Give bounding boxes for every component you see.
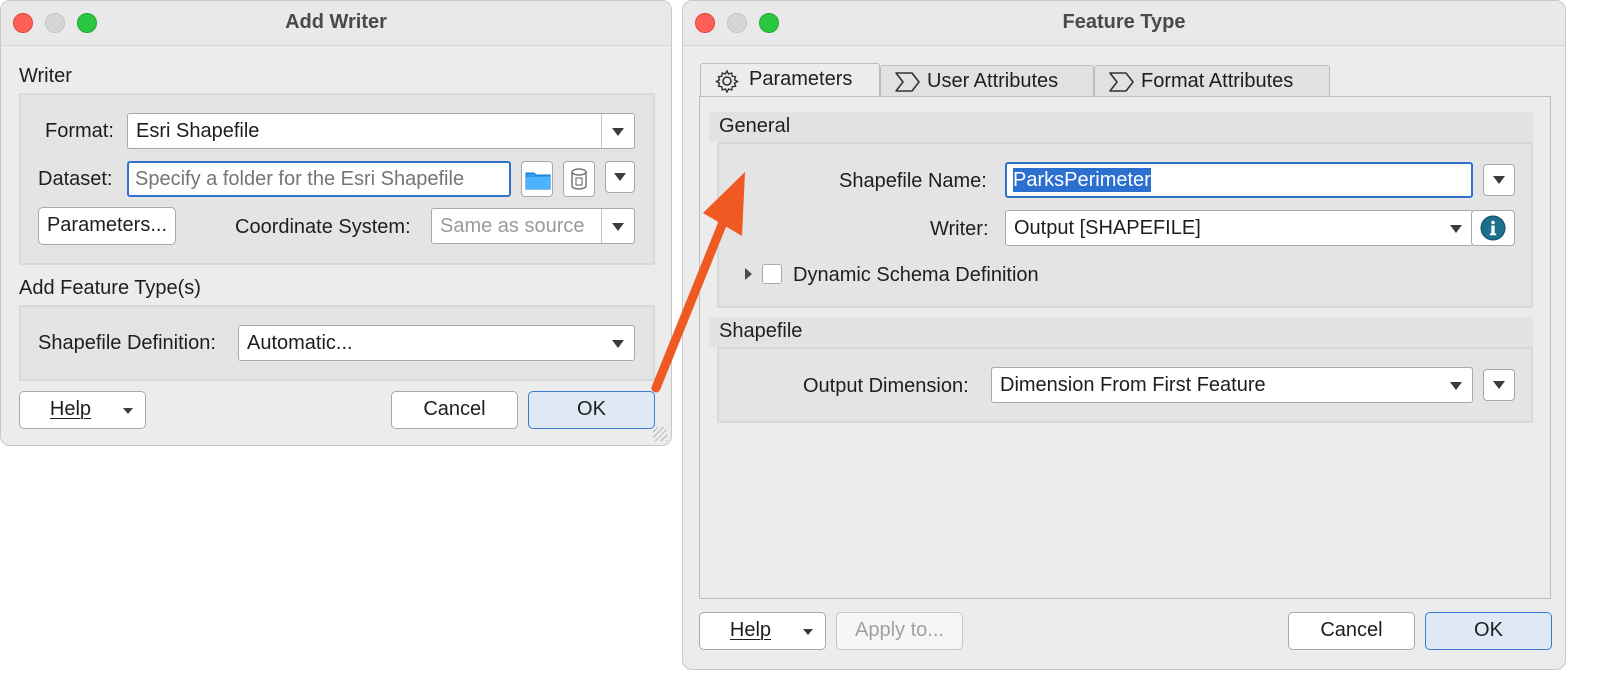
info-icon [1480, 215, 1506, 241]
dynamic-schema-label: Dynamic Schema Definition [793, 264, 1039, 286]
output-dimension-dropdown[interactable] [1483, 369, 1515, 401]
ok-button[interactable]: OK [528, 391, 655, 429]
resize-grip[interactable] [653, 427, 667, 441]
tab-parameters-label: Parameters [749, 68, 853, 90]
writer-value: Output [SHAPEFILE] [1014, 217, 1201, 239]
feature-type-titlebar: Feature Type [683, 1, 1565, 46]
shapefile-definition-label: Shapefile Definition: [38, 332, 216, 354]
browse-folder-button[interactable] [521, 161, 553, 197]
chevron-down-icon [123, 408, 133, 414]
add-writer-titlebar: Add Writer [1, 1, 671, 46]
coordinate-system-label: Coordinate System: [235, 216, 411, 238]
database-icon [571, 168, 587, 190]
writer-section-label: Writer [19, 65, 72, 87]
cancel-button[interactable]: Cancel [391, 391, 518, 429]
shapefile-name-dropdown[interactable] [1483, 164, 1515, 196]
shapefile-name-label: Shapefile Name: [839, 170, 987, 192]
tab-format-attributes[interactable]: Format Attributes [1094, 65, 1330, 97]
sigma-icon [1109, 72, 1134, 92]
output-dimension-label: Output Dimension: [803, 375, 969, 397]
shapefile-section-label: Shapefile [709, 317, 1533, 347]
output-dimension-select[interactable]: Dimension From First Feature [991, 367, 1473, 403]
database-connection-button[interactable] [563, 161, 595, 197]
shapefile-name-input[interactable]: ParksPerimeter [1005, 162, 1473, 198]
parameters-button[interactable]: Parameters... [38, 207, 176, 245]
chevron-down-icon [612, 223, 624, 231]
help-button[interactable]: Help [699, 612, 826, 650]
feature-type-title: Feature Type [1062, 11, 1186, 33]
writer-info-button[interactable] [1471, 210, 1515, 246]
sigma-icon [895, 72, 920, 92]
apply-to-button[interactable]: Apply to... [836, 612, 963, 650]
dataset-label: Dataset: [38, 168, 113, 190]
writer-select[interactable]: Output [SHAPEFILE] [1005, 210, 1473, 246]
shapefile-name-value: ParksPerimeter [1013, 168, 1151, 192]
tab-user-attributes[interactable]: User Attributes [880, 65, 1094, 97]
format-select-separator [601, 114, 602, 148]
chevron-down-icon [612, 340, 624, 348]
chevron-down-icon [1450, 225, 1462, 233]
cancel-button[interactable]: Cancel [1288, 612, 1415, 650]
chevron-down-icon [614, 173, 626, 181]
format-label: Format: [45, 120, 114, 142]
expand-triangle-icon[interactable] [745, 268, 752, 280]
coordinate-system-value: Same as source [440, 215, 585, 237]
output-dimension-value: Dimension From First Feature [1000, 374, 1266, 396]
general-section-label: General [709, 112, 1533, 142]
chevron-down-icon [1493, 176, 1505, 184]
shapefile-definition-select[interactable]: Automatic... [238, 325, 635, 361]
dataset-input[interactable] [127, 161, 511, 197]
tab-format-attributes-label: Format Attributes [1141, 70, 1294, 92]
dataset-dropdown-button[interactable] [605, 161, 635, 193]
folder-icon [525, 172, 551, 190]
ok-button[interactable]: OK [1425, 612, 1552, 650]
format-value: Esri Shapefile [136, 120, 260, 142]
chevron-down-icon [1493, 381, 1505, 389]
add-writer-title: Add Writer [285, 11, 387, 33]
dynamic-schema-checkbox[interactable] [762, 264, 782, 284]
help-button[interactable]: Help [19, 391, 146, 429]
coordinate-system-select[interactable]: Same as source [431, 208, 635, 244]
feature-type-dialog: Feature Type Parameters User Attributes … [682, 0, 1566, 670]
coordinate-select-separator [601, 209, 602, 243]
chevron-down-icon [612, 128, 624, 136]
tab-user-attributes-label: User Attributes [927, 70, 1059, 92]
tab-parameters[interactable]: Parameters [700, 63, 880, 97]
feature-section-label: Add Feature Type(s) [19, 277, 201, 299]
chevron-down-icon [803, 629, 813, 635]
chevron-down-icon [1450, 382, 1462, 390]
add-writer-dialog: Add Writer Writer Format: Esri Shapefile… [0, 0, 672, 446]
shapefile-definition-value: Automatic... [247, 332, 353, 354]
gear-icon [715, 69, 739, 93]
writer-label: Writer: [930, 218, 989, 240]
format-select[interactable]: Esri Shapefile [127, 113, 635, 149]
